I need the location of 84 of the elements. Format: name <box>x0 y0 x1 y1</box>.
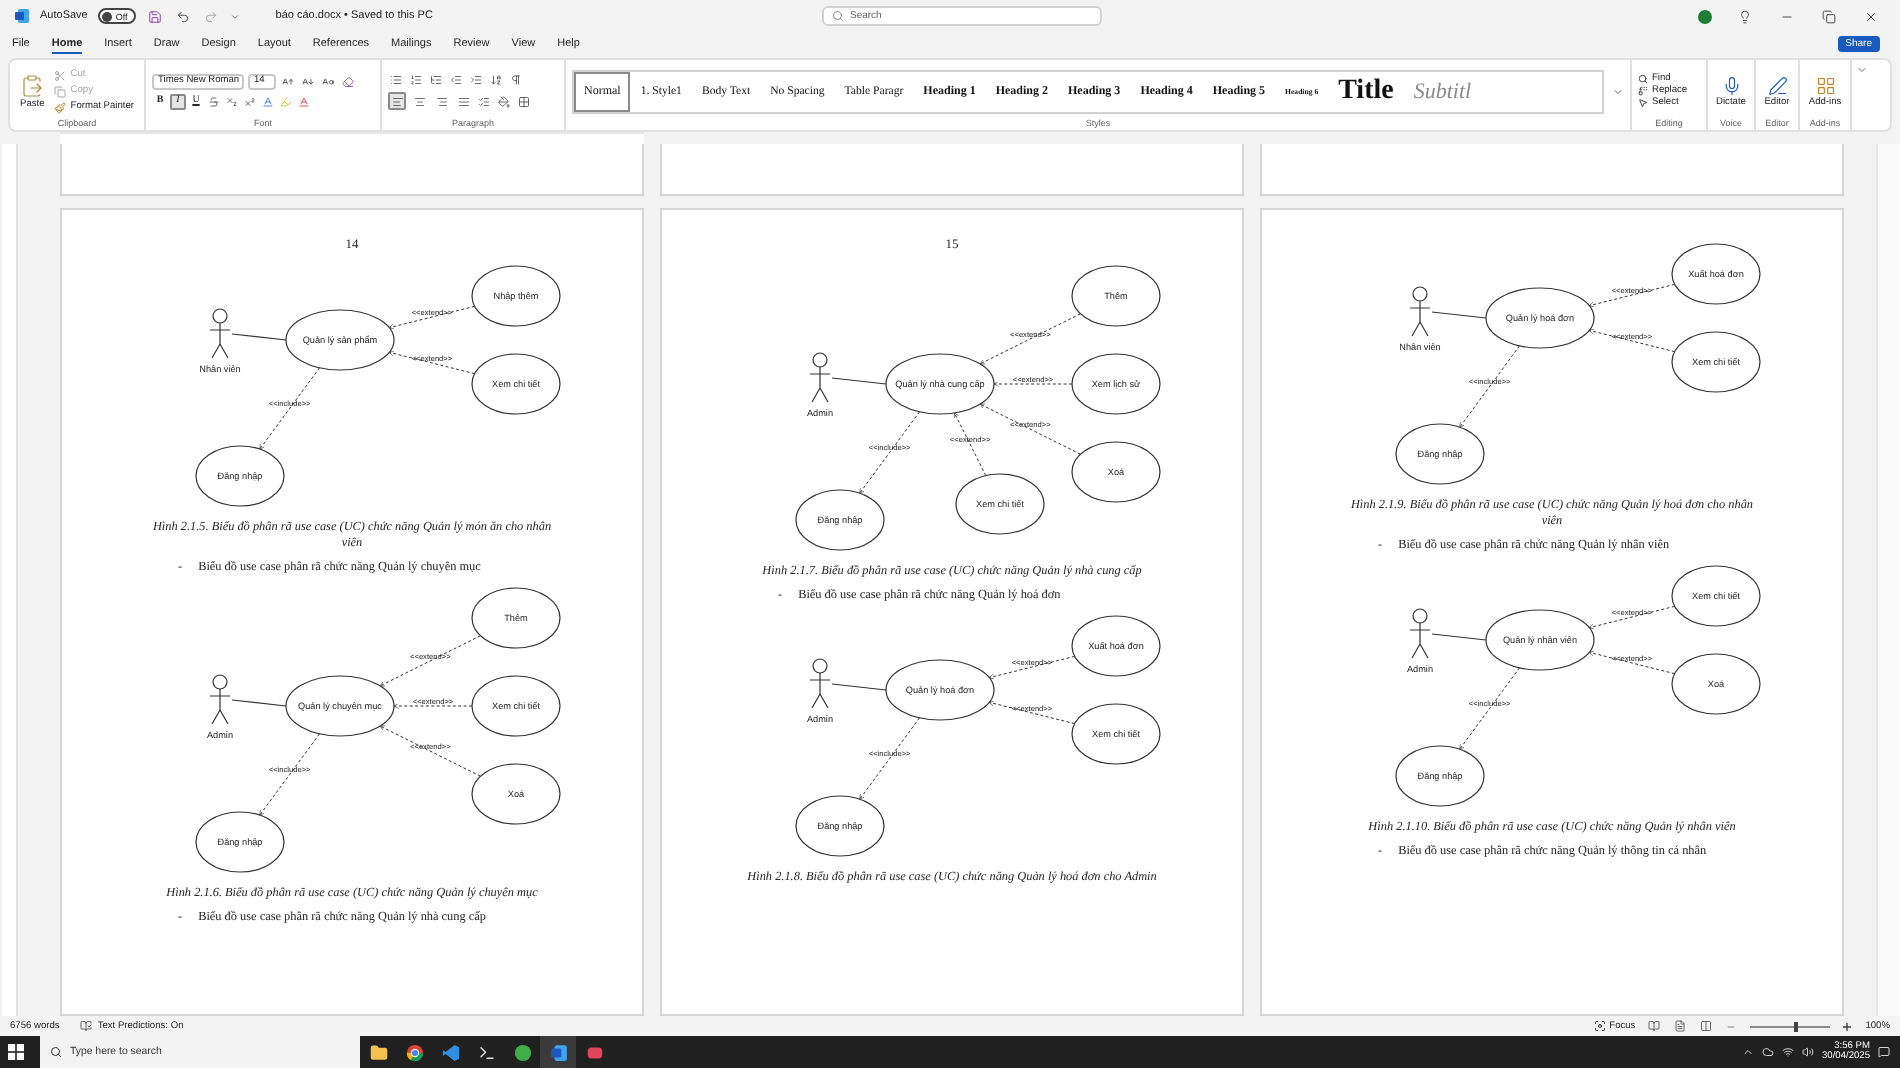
word-logo-icon[interactable] <box>12 7 30 25</box>
replace-icon <box>1638 86 1648 96</box>
wifi-icon[interactable] <box>1781 1045 1796 1059</box>
extend-arrow <box>993 381 1073 387</box>
actor-figure <box>1409 608 1431 659</box>
print-layout-icon[interactable] <box>1673 1019 1688 1033</box>
extend-arrow <box>388 350 476 375</box>
actor-figure <box>809 658 831 709</box>
borders-icon[interactable] <box>516 93 532 109</box>
pen-icon <box>1767 75 1787 95</box>
extend-arrow <box>379 725 481 777</box>
word-app-icon[interactable] <box>540 1036 576 1068</box>
volume-icon[interactable] <box>1801 1045 1816 1059</box>
association-line <box>831 377 887 385</box>
search-icon <box>832 10 844 22</box>
copy-icon <box>54 85 67 97</box>
clipboard-icon <box>20 73 45 97</box>
decrease-indent-icon[interactable] <box>448 72 464 88</box>
extend-arrow <box>1588 283 1676 308</box>
lightbulb-icon[interactable] <box>1736 7 1754 25</box>
align-button[interactable] <box>432 92 450 110</box>
strikethrough-icon[interactable] <box>206 93 222 109</box>
association-line <box>1431 311 1487 319</box>
search-icon <box>1638 74 1648 84</box>
include-arrow <box>859 717 921 800</box>
profile-avatar[interactable] <box>1698 9 1712 23</box>
include-arrow <box>1459 345 1521 428</box>
sort-icon[interactable] <box>488 72 504 88</box>
include-arrow <box>859 411 921 494</box>
extend-arrow <box>1588 328 1676 353</box>
align-button[interactable] <box>410 92 428 110</box>
extend-arrow <box>979 313 1081 365</box>
include-arrow <box>259 733 321 816</box>
include-arrow <box>1459 667 1521 750</box>
close-icon[interactable] <box>1862 7 1880 25</box>
multilevel-list-icon[interactable] <box>428 72 444 88</box>
search-icon <box>50 1046 62 1058</box>
tray-expand-icon[interactable] <box>1741 1045 1756 1059</box>
subscript-icon[interactable] <box>224 93 240 109</box>
pointer-icon <box>1638 98 1648 108</box>
include-arrow <box>259 367 321 450</box>
extend-arrow <box>1588 650 1676 675</box>
restore-icon[interactable] <box>1820 7 1838 25</box>
association-line <box>231 699 287 707</box>
superscript-icon[interactable] <box>242 93 258 109</box>
increase-indent-icon[interactable] <box>468 72 484 88</box>
association-line <box>231 333 287 341</box>
read-mode-icon[interactable] <box>1647 1019 1662 1033</box>
microphone-icon <box>1721 75 1741 95</box>
association-line <box>831 683 887 691</box>
undo-icon[interactable] <box>173 7 192 25</box>
extend-arrow <box>379 635 481 687</box>
actor-figure <box>1409 286 1431 337</box>
extend-arrow <box>988 655 1076 680</box>
clear-formatting-icon[interactable] <box>340 73 356 89</box>
extend-arrow <box>988 700 1076 725</box>
web-layout-icon[interactable] <box>1699 1019 1714 1033</box>
grid-icon <box>1815 75 1835 95</box>
align-button[interactable] <box>388 92 406 110</box>
save-icon[interactable] <box>145 7 164 25</box>
font-color-icon[interactable] <box>296 93 312 109</box>
proofing-icon[interactable] <box>79 1019 94 1033</box>
shrink-font-icon[interactable] <box>300 73 316 89</box>
actor-figure <box>209 308 231 359</box>
notification-icon[interactable] <box>1876 1044 1892 1060</box>
shading-icon[interactable] <box>496 93 512 109</box>
text-effects-icon[interactable] <box>260 93 276 109</box>
focus-icon[interactable] <box>1593 1020 1606 1032</box>
extend-arrow <box>388 305 476 330</box>
association-line <box>1431 633 1487 641</box>
bullets-icon[interactable] <box>388 72 404 88</box>
paintbrush-icon <box>54 101 67 113</box>
align-button[interactable] <box>454 92 472 110</box>
actor-figure <box>809 352 831 403</box>
extend-arrow <box>393 703 473 710</box>
extend-arrow <box>1588 606 1676 630</box>
pilcrow-icon[interactable] <box>508 72 524 88</box>
zoom-thumb[interactable] <box>1793 1021 1798 1031</box>
cloud-icon[interactable] <box>1761 1045 1776 1059</box>
actor-figure <box>209 674 231 725</box>
zoom-in-icon[interactable] <box>1841 1020 1854 1032</box>
scissors-icon <box>54 69 67 81</box>
grow-font-icon[interactable] <box>280 73 296 89</box>
change-case-icon[interactable] <box>320 73 336 89</box>
